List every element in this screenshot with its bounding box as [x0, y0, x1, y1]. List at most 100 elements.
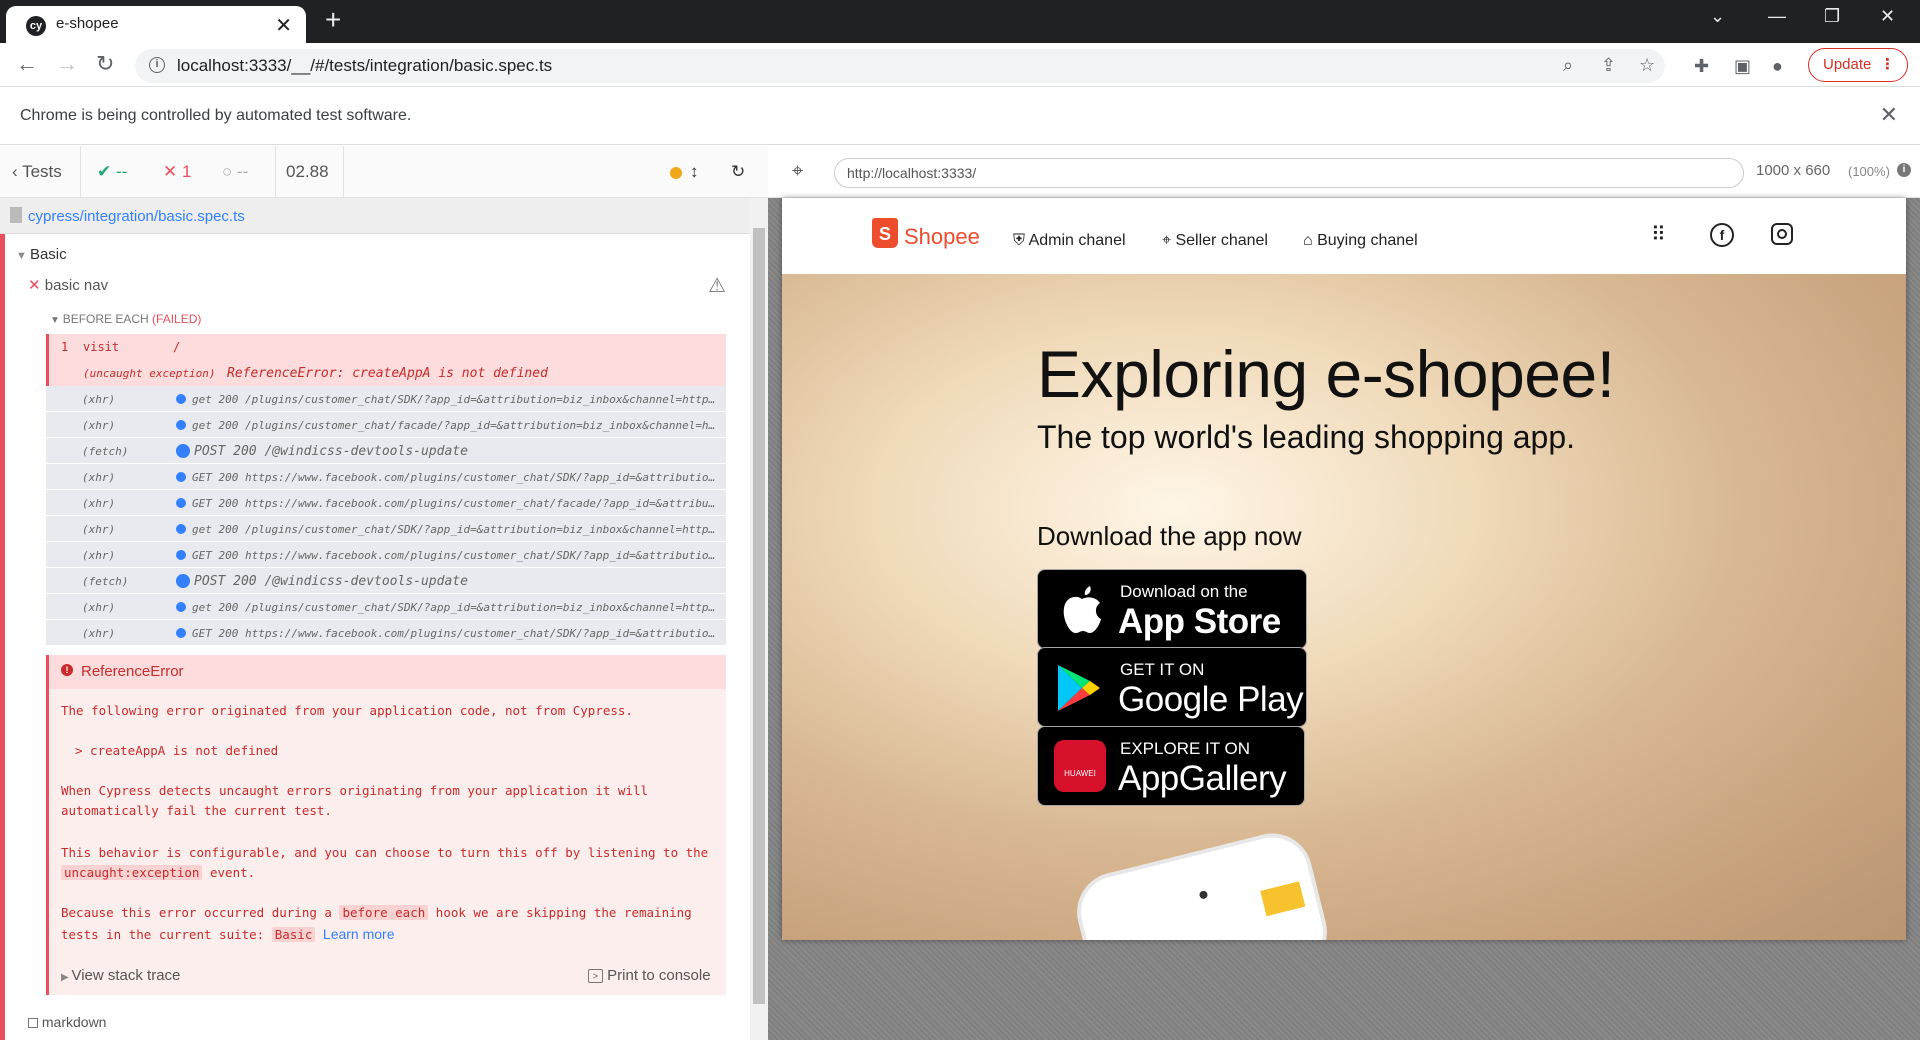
reporter-scrollbar[interactable]	[750, 198, 768, 1040]
profile-avatar-icon[interactable]: ●	[1772, 56, 1783, 77]
test-name: basic nav	[44, 277, 109, 294]
hero-section: Exploring e-shopee! The top world's lead…	[782, 274, 1906, 940]
update-button[interactable]: Update ⋮	[1808, 48, 1908, 82]
apps-grid-icon[interactable]: ⠿	[1651, 222, 1666, 247]
infobar-close-icon[interactable]: ✕	[1880, 102, 1898, 128]
resize-arrows-icon[interactable]: ↕	[690, 162, 699, 182]
share-icon[interactable]: ⇪	[1601, 55, 1616, 76]
pending-count[interactable]: ○ --	[222, 162, 248, 182]
nav-buying-chanel[interactable]: ⌂ Buying chanel	[1303, 232, 1418, 250]
google-play-badge[interactable]: GET IT ON Google Play	[1037, 647, 1307, 727]
failed-count[interactable]: ✕ 1	[163, 162, 191, 182]
browser-tab[interactable]: cy e-shopee ✕	[6, 6, 306, 43]
command-row[interactable]: (xhr) get 200 /plugins/customer_chat/SDK/…	[46, 594, 726, 620]
auto-scroll-dot-icon[interactable]	[670, 167, 682, 179]
command-row[interactable]: (fetch) POST 200 /@windicss-devtools-upda…	[46, 438, 726, 464]
back-icon[interactable]: ←	[16, 51, 38, 77]
app-gallery-badge[interactable]: HUAWEI EXPLORE IT ON AppGallery	[1037, 726, 1305, 806]
viewport-zoom: (100%)	[1848, 164, 1890, 179]
site-info-icon[interactable]: i	[149, 57, 165, 73]
view-stack-trace-toggle[interactable]: ▶ View stack trace	[61, 967, 180, 984]
spec-file-bar: cypress/integration/basic.spec.ts	[0, 198, 768, 234]
error-code: before each	[339, 905, 429, 920]
command-type: (xhr)	[82, 523, 116, 536]
print-to-console-button[interactable]: > Print to console	[588, 967, 711, 984]
error-code: Basic	[271, 927, 316, 942]
spec-path-link[interactable]: cypress/integration/basic.spec.ts	[28, 208, 245, 225]
info-icon[interactable]: i	[1897, 163, 1911, 177]
nav-admin-chanel[interactable]: ⛨ Admin chanel	[1013, 232, 1126, 250]
new-tab-icon[interactable]: +	[325, 6, 341, 34]
hero-title: Exploring e-shopee!	[1037, 337, 1615, 411]
window-close-icon[interactable]: ✕	[1880, 6, 1895, 27]
command-visit-row[interactable]: 1 visit /	[46, 334, 726, 360]
scrollbar-thumb[interactable]	[753, 228, 765, 1004]
divider	[80, 146, 81, 198]
minimize-icon[interactable]: —	[1768, 6, 1786, 27]
command-row[interactable]: (xhr) GET 200 https://www.facebook.com/pl…	[46, 490, 726, 516]
command-row[interactable]: (xhr) get 200 /plugins/customer_chat/SDK/…	[46, 386, 726, 412]
tab-close-icon[interactable]: ✕	[275, 13, 292, 38]
command-row[interactable]: (xhr) GET 200 https://www.facebook.com/pl…	[46, 620, 726, 646]
command-row[interactable]: (xhr) get 200 /plugins/customer_chat/faca…	[46, 412, 726, 438]
menu-kebab-icon[interactable]: ⋮	[1880, 49, 1895, 80]
side-panel-icon[interactable]: ▣	[1734, 56, 1751, 77]
aut-url-bar[interactable]: http://localhost:3333/	[834, 158, 1744, 188]
command-type: (xhr)	[82, 393, 116, 406]
error-text: tests in the current suite: Basic Learn …	[61, 926, 395, 942]
command-message: get 200 /plugins/customer_chat/facade/?a…	[192, 419, 720, 432]
suite-name: Basic	[29, 246, 67, 263]
command-message: GET 200 https://www.facebook.com/plugins…	[192, 471, 720, 484]
hook-before-each[interactable]: ▼ BEFORE EACH (FAILED)	[50, 312, 201, 326]
nav-label: Seller chanel	[1175, 232, 1268, 249]
rerun-icon[interactable]: ↻	[731, 162, 745, 182]
badge-big-text: App Store	[1118, 602, 1281, 641]
suite-basic[interactable]: ▼ Basic	[16, 246, 67, 263]
error-code: uncaught:exception	[61, 865, 203, 880]
command-type: (xhr)	[82, 627, 116, 640]
brand-name[interactable]: Shopee	[904, 224, 980, 250]
test-basic-nav[interactable]: ✕ basic nav	[28, 276, 108, 294]
address-bar[interactable]: i localhost:3333/__/#/tests/integration/…	[135, 49, 1665, 83]
command-name: visit	[83, 340, 120, 354]
command-message: GET 200 https://www.facebook.com/plugins…	[192, 497, 720, 510]
command-row[interactable]: (fetch) POST 200 /@windicss-devtools-upda…	[46, 568, 726, 594]
restore-icon[interactable]: ❐	[1824, 6, 1840, 27]
bookmark-star-icon[interactable]: ☆	[1639, 55, 1655, 76]
automation-infobar: Chrome is being controlled by automated …	[0, 88, 1920, 145]
command-row[interactable]: (xhr) GET 200 https://www.facebook.com/pl…	[46, 464, 726, 490]
pending-value: --	[237, 162, 249, 181]
hook-status: (FAILED)	[152, 312, 202, 326]
learn-more-link[interactable]: Learn more	[323, 926, 395, 942]
uncaught-exception-row[interactable]: (uncaught exception) ReferenceError: cre…	[46, 360, 726, 386]
browser-tab-strip: cy e-shopee ✕ + ⌄ — ❐ ✕	[0, 0, 1920, 43]
test-markdown[interactable]: markdown	[28, 1014, 106, 1030]
selector-playground-crosshair-icon[interactable]: ⌖	[792, 160, 803, 183]
forward-icon[interactable]: →	[56, 51, 78, 77]
hook-label: BEFORE EACH	[62, 312, 149, 326]
request-dot-icon	[176, 394, 186, 404]
extensions-icon[interactable]: ✚	[1694, 56, 1709, 77]
error-text-pre: Because this error occurred during a	[61, 905, 332, 920]
command-message: GET 200 https://www.facebook.com/plugins…	[192, 549, 720, 562]
address-url: localhost:3333/__/#/tests/integration/ba…	[177, 56, 553, 75]
caret-right-icon: ▶	[61, 972, 72, 983]
tab-search-chevron-icon[interactable]: ⌄	[1710, 6, 1725, 27]
error-panel: ! ReferenceError The following error ori…	[46, 655, 726, 995]
passed-count[interactable]: ✔ --	[97, 162, 127, 182]
command-type: (fetch)	[82, 575, 129, 588]
tab-title: e-shopee	[56, 15, 119, 32]
instagram-icon[interactable]	[1771, 223, 1793, 245]
command-message: get 200 /plugins/customer_chat/SDK/?app_…	[192, 393, 720, 406]
command-type: (xhr)	[82, 601, 116, 614]
tests-back-button[interactable]: ‹ Tests	[12, 162, 62, 182]
command-row[interactable]: (xhr) get 200 /plugins/customer_chat/SDK/…	[46, 516, 726, 542]
zoom-icon[interactable]: ⌕	[1563, 55, 1573, 76]
reload-icon[interactable]: ↻	[96, 51, 114, 77]
nav-seller-chanel[interactable]: ⌖ Seller chanel	[1162, 232, 1268, 250]
duration: 02.88	[286, 162, 329, 181]
facebook-icon[interactable]: f	[1710, 223, 1734, 247]
app-store-badge[interactable]: Download on the App Store	[1037, 569, 1307, 649]
command-row[interactable]: (xhr) GET 200 https://www.facebook.com/pl…	[46, 542, 726, 568]
command-message: get 200 /plugins/customer_chat/SDK/?app_…	[192, 523, 720, 536]
